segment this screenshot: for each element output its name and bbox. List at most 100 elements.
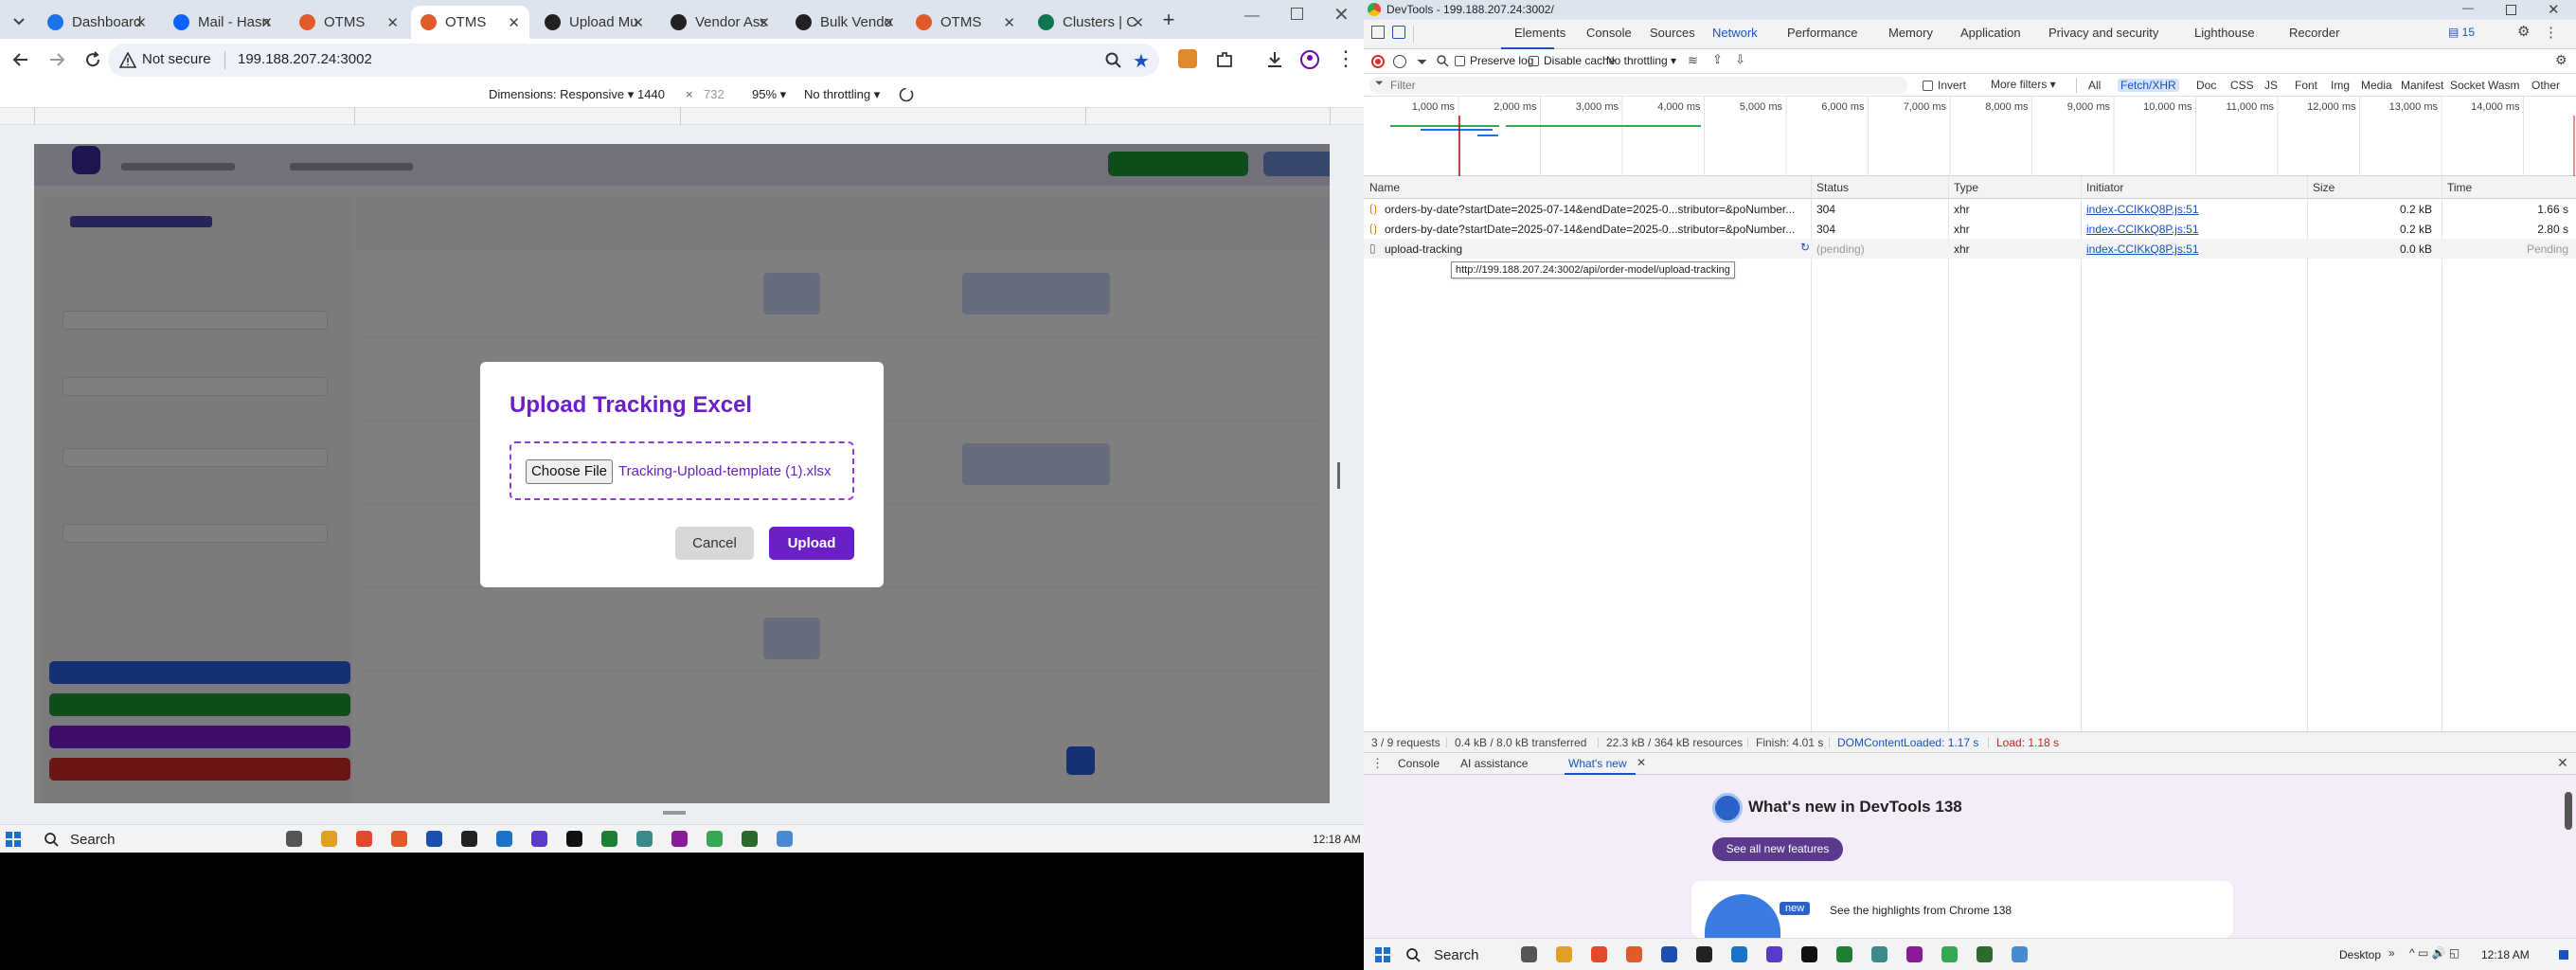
download-icon[interactable] (1265, 50, 1284, 69)
devtools-menu-icon[interactable]: ⋮ (2544, 24, 2558, 41)
taskbar-right-app-icon[interactable] (1696, 946, 1712, 962)
taskbar-right-app-icon[interactable] (1906, 946, 1923, 962)
network-conditions-icon[interactable]: ≋ (1688, 53, 1698, 68)
new-tab-button[interactable]: + (1157, 9, 1180, 31)
taskbar-right-app-icon[interactable] (1977, 946, 1993, 962)
taskbar-right-app-icon[interactable] (1591, 946, 1607, 962)
zoom-icon[interactable] (1104, 51, 1122, 69)
drawer-close-icon[interactable]: ✕ (2557, 755, 2568, 771)
taskbar-clock-right[interactable]: 12:18 AM (2481, 948, 2530, 961)
taskbar-right-app-icon[interactable] (1731, 946, 1747, 962)
taskbar-search-label-right[interactable]: Search (1434, 947, 1479, 963)
taskbar-app-icon[interactable] (742, 831, 758, 847)
col-type[interactable]: Type (1954, 181, 1978, 194)
taskbar-app-icon[interactable] (531, 831, 547, 847)
panel-tab-console[interactable]: Console (1586, 26, 1632, 40)
search-network-icon[interactable] (1436, 54, 1449, 67)
drawer-tab-what-s-new[interactable]: What's new (1568, 757, 1627, 770)
panel-tab-performance[interactable]: Performance (1787, 26, 1857, 40)
issues-icon[interactable]: ▤ 15 (2448, 26, 2475, 39)
panel-tab-lighthouse[interactable]: Lighthouse (2194, 26, 2255, 40)
tab-close-icon[interactable]: ✕ (758, 14, 770, 31)
zoom-dropdown[interactable]: 95% ▾ (752, 87, 786, 102)
panel-tab-recorder[interactable]: Recorder (2289, 26, 2339, 40)
height-input[interactable]: 732 (704, 87, 724, 101)
issues-count[interactable]: 15 (2462, 26, 2475, 39)
taskbar-search-box[interactable]: Search (34, 827, 269, 851)
type-filter-doc[interactable]: Doc (2193, 79, 2219, 92)
highlights-card[interactable]: new See the highlights from Chrome 138 (1691, 881, 2233, 938)
type-filter-other[interactable]: Other (2529, 79, 2563, 92)
tab-close-icon[interactable]: ✕ (1003, 14, 1015, 31)
drawer-tab-console[interactable]: Console (1398, 757, 1440, 770)
drawer-menu-icon[interactable]: ⋮ (1371, 756, 1384, 771)
taskbar-app-icon[interactable] (566, 831, 582, 847)
col-initiator[interactable]: Initiator (2086, 181, 2123, 194)
more-filters-dropdown[interactable]: More filters ▾ (1991, 78, 2056, 91)
tab-close-icon[interactable]: ✕ (883, 14, 895, 31)
taskbar-app-icon[interactable] (777, 831, 793, 847)
type-filter-css[interactable]: CSS (2227, 79, 2257, 92)
network-throttling-dropdown[interactable]: No throttling ▾ (1606, 54, 1676, 67)
taskbar-right-app-icon[interactable] (2012, 946, 2028, 962)
rotate-icon[interactable] (898, 86, 915, 103)
browser-tab[interactable]: OTMS ✕ (290, 6, 408, 39)
panel-tab-memory[interactable]: Memory (1888, 26, 1933, 40)
browser-tab[interactable]: OTMS ✕ (906, 6, 1025, 39)
col-name[interactable]: Name (1369, 181, 1400, 194)
tab-close-icon[interactable]: ✕ (632, 14, 644, 31)
panel-tab-sources[interactable]: Sources (1650, 26, 1695, 40)
taskbar-right-app-icon[interactable] (1871, 946, 1887, 962)
taskbar-right-app-icon[interactable] (1941, 946, 1958, 962)
taskbar-clock[interactable]: 12:18 AM (1313, 833, 1361, 846)
browser-tab[interactable]: OTMS ✕ (411, 6, 529, 39)
taskbar-app-icon[interactable] (286, 831, 302, 847)
taskbar-app-icon[interactable] (671, 831, 688, 847)
panel-tab-privacy-and-security[interactable]: Privacy and security (2048, 26, 2158, 40)
warning-icon[interactable] (119, 52, 136, 68)
taskbar-app-icon[interactable] (391, 831, 407, 847)
file-drop-zone[interactable]: Choose File Tracking-Upload-template (1)… (510, 441, 854, 500)
taskbar-right-app-icon[interactable] (1521, 946, 1537, 962)
drawer-tab-ai-assistance[interactable]: AI assistance (1460, 757, 1528, 770)
cancel-button[interactable]: Cancel (675, 527, 754, 560)
taskbar-right-app-icon[interactable] (1801, 946, 1817, 962)
device-toolbar-icon[interactable] (1392, 26, 1405, 39)
preserve-log-checkbox[interactable]: Preserve log (1455, 54, 1533, 67)
extension-puzzle-icon[interactable] (1215, 50, 1234, 69)
browser-tab[interactable]: Dashboard ✕ (38, 6, 156, 39)
tab-close-icon[interactable]: ✕ (386, 14, 399, 31)
url-text[interactable]: 199.188.207.24:3002 (238, 51, 372, 67)
taskbar-app-icon[interactable] (426, 831, 442, 847)
taskbar-right-app-icon[interactable] (1556, 946, 1572, 962)
minimize-button[interactable]: — (1244, 8, 1260, 25)
taskbar-app-icon[interactable] (601, 831, 617, 847)
browser-tab[interactable]: Clusters | C ✕ (1029, 6, 1154, 39)
profile-icon[interactable] (1299, 49, 1320, 70)
clear-icon[interactable] (1393, 55, 1406, 68)
taskbar-app-icon[interactable] (461, 831, 477, 847)
browser-tab[interactable]: Vendor Ass ✕ (661, 6, 779, 39)
inspect-element-icon[interactable] (1371, 26, 1385, 39)
upload-button[interactable]: Upload (769, 527, 854, 560)
panel-tab-elements[interactable]: Elements (1514, 26, 1565, 40)
replay-icon[interactable]: ↻ (1800, 241, 1810, 254)
browser-tab[interactable]: Upload Mu ✕ (535, 6, 653, 39)
panel-tab-network[interactable]: Network (1712, 26, 1758, 40)
taskbar-right-app-icon[interactable] (1766, 946, 1782, 962)
start-icon[interactable] (6, 832, 21, 847)
type-filter-font[interactable]: Font (2292, 79, 2320, 92)
request-row[interactable]: ⟮⟯ orders-by-date?startDate=2025-07-14&en… (1364, 219, 2576, 239)
panel-tab-application[interactable]: Application (1960, 26, 2021, 40)
devtools-close[interactable]: ✕ (2548, 1, 2560, 18)
devtools-restore[interactable] (2506, 5, 2516, 15)
omnibox[interactable]: Not secure 199.188.207.24:3002 ★ (108, 44, 1159, 77)
taskbar-app-icon[interactable] (356, 831, 372, 847)
menu-icon[interactable]: ⋮ (1335, 46, 1356, 71)
type-filter-all[interactable]: All (2085, 79, 2103, 92)
back-icon[interactable] (11, 50, 30, 69)
disable-cache-checkbox[interactable]: Disable cache (1529, 54, 1615, 67)
tab-close-icon[interactable]: ✕ (508, 14, 520, 31)
search-icon-right[interactable] (1405, 947, 1421, 962)
browser-tab[interactable]: Bulk Vendo ✕ (786, 6, 904, 39)
